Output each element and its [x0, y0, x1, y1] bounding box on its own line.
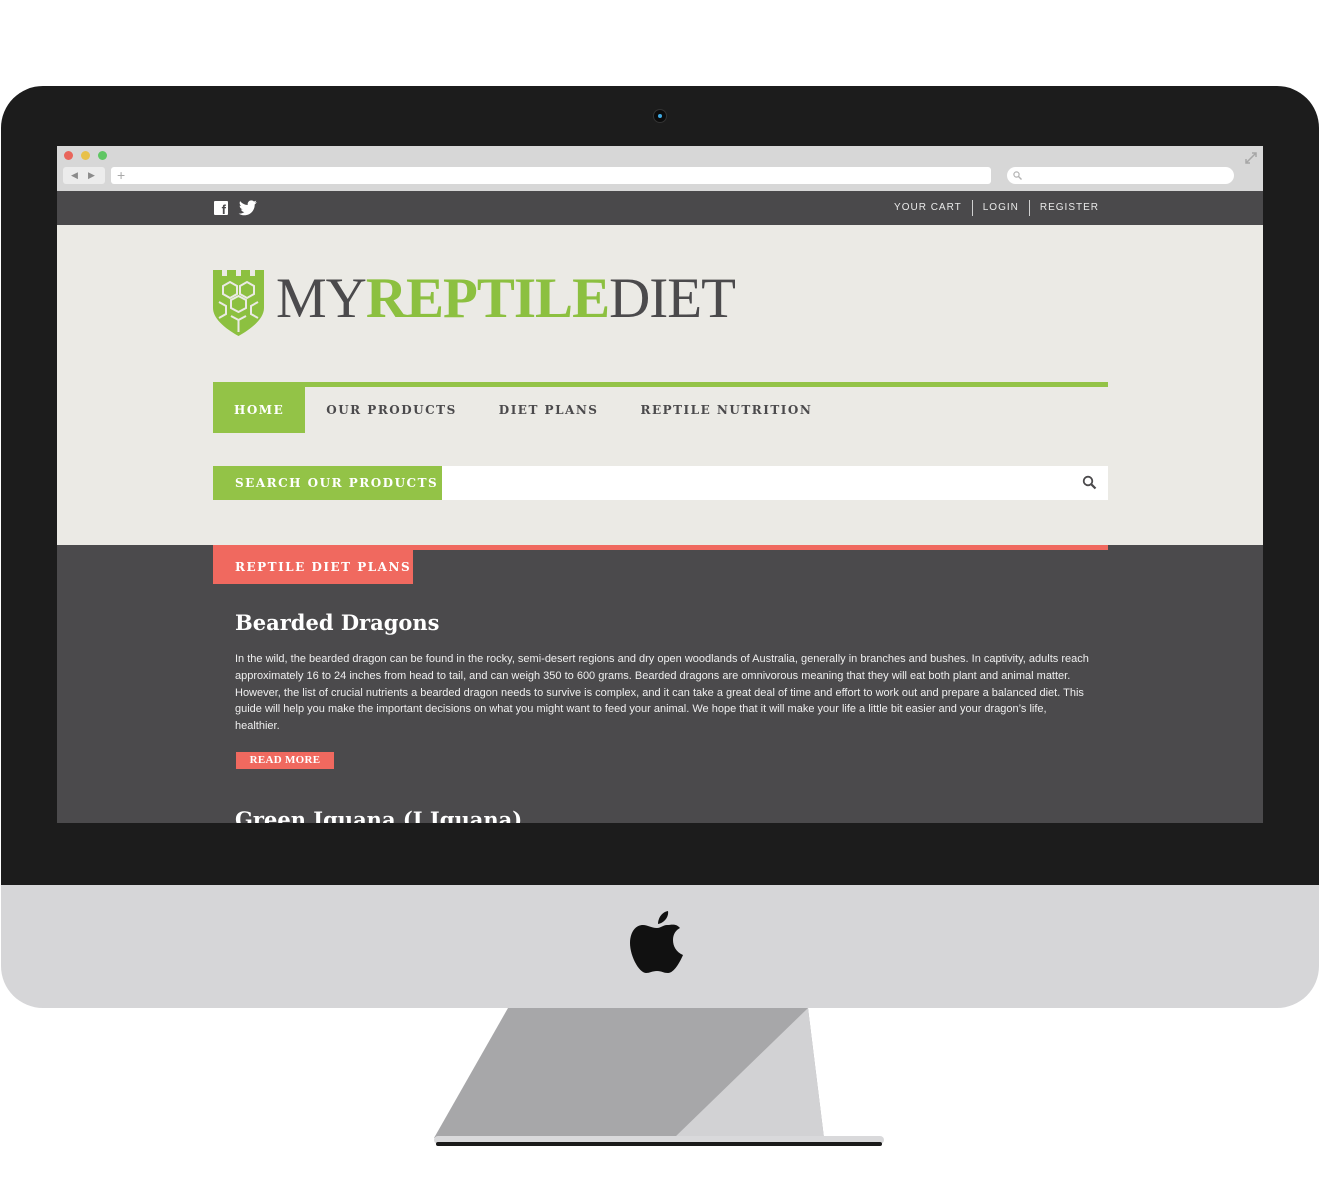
product-search-bar: SEARCH OUR PRODUCTS [213, 466, 1108, 502]
camera-icon [654, 110, 666, 122]
browser-chrome: ◀ ▶ + [57, 146, 1263, 192]
register-link[interactable]: REGISTER [1030, 200, 1109, 216]
fullscreen-expand-icon[interactable] [1245, 152, 1257, 164]
logo-my: MY [276, 267, 367, 330]
main-content: REPTILE DIET PLANS Bearded Dragons In th… [57, 545, 1263, 823]
your-cart-link[interactable]: YOUR CART [884, 200, 972, 216]
login-link[interactable]: LOGIN [973, 200, 1029, 216]
read-more-button[interactable]: READ MORE [236, 752, 334, 769]
nav-diet-plans[interactable]: DIET PLANS [478, 382, 620, 433]
site-header: MYREPTILEDIET HOME OUR PRODUCTS DIET PLA… [57, 225, 1263, 545]
main-nav: HOME OUR PRODUCTS DIET PLANS REPTILE NUT… [213, 382, 833, 433]
logo-diet: DIET [609, 267, 736, 330]
imac-stand [434, 1008, 884, 1146]
account-links: YOUR CART LOGIN REGISTER [884, 191, 1109, 225]
search-input[interactable] [442, 466, 1066, 502]
close-window-button[interactable] [64, 151, 73, 160]
new-tab-plus-icon[interactable]: + [117, 167, 125, 184]
browser-search-field[interactable] [1007, 167, 1234, 184]
article-title[interactable]: Bearded Dragons [235, 610, 439, 635]
facebook-icon[interactable]: f [214, 201, 228, 216]
logo-reptile: REPTILE [365, 267, 610, 330]
twitter-icon[interactable] [238, 200, 258, 216]
section-title: REPTILE DIET PLANS [213, 545, 413, 584]
zoom-window-button[interactable] [98, 151, 107, 160]
browser-screen: ◀ ▶ + f YOUR CART LOGIN REGISTER MYREPTI… [57, 146, 1263, 823]
back-forward-buttons: ◀ ▶ [63, 167, 105, 184]
browser-search-icon [1013, 171, 1022, 180]
nav-reptile-nutrition[interactable]: REPTILE NUTRITION [619, 382, 833, 433]
logo-shield-icon[interactable] [213, 270, 264, 337]
search-label: SEARCH OUR PRODUCTS [213, 466, 442, 500]
article-body: In the wild, the bearded dragon can be f… [235, 653, 1089, 733]
search-icon[interactable] [1082, 475, 1097, 490]
nav-home[interactable]: HOME [213, 382, 306, 433]
back-arrow-icon[interactable]: ◀ [71, 170, 78, 181]
article-title[interactable]: Green Iguana (I.Iguana) [235, 807, 522, 823]
forward-arrow-icon[interactable]: ▶ [88, 170, 95, 181]
site-top-bar: f YOUR CART LOGIN REGISTER [57, 191, 1263, 225]
minimize-window-button[interactable] [81, 151, 90, 160]
site-logo-text[interactable]: MYREPTILEDIET [276, 261, 736, 337]
address-bar[interactable]: + [111, 167, 991, 184]
apple-logo-icon [630, 911, 683, 973]
nav-our-products[interactable]: OUR PRODUCTS [305, 382, 478, 433]
